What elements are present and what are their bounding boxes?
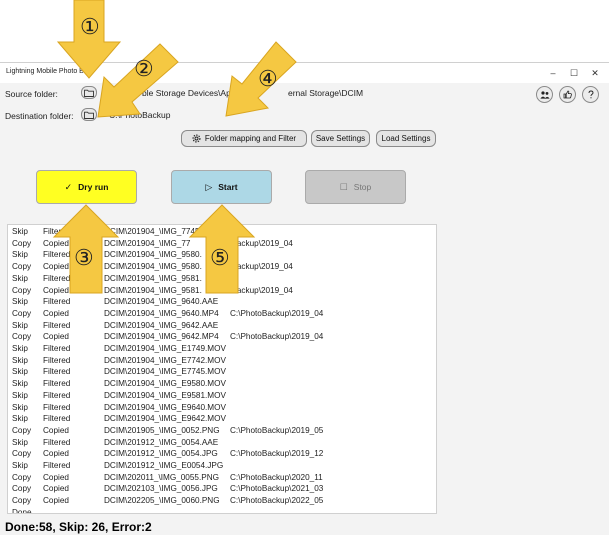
log-row: Skip Filtered DCIM\201904_\IMG_E9581.MOV xyxy=(12,391,432,403)
log-action: Done xyxy=(12,507,32,514)
log-source: DCIM\201905_\IMG_0052.PNG xyxy=(104,425,220,435)
log-source: DCIM\202103_\IMG_0056.JPG xyxy=(104,484,218,494)
log-source: DCIM\201904_\IMG_9640.MP4 xyxy=(104,308,219,318)
log-action: Copy xyxy=(12,484,32,494)
log-row: Copy Copied DCIM\201905_\IMG_0052.PNG C:\Ph… xyxy=(12,426,432,438)
log-result: Filtered xyxy=(43,355,71,365)
log-result: Copied xyxy=(43,484,69,494)
log-source: DCIM\201904_\IMG_9642.MP4 xyxy=(104,332,219,342)
log-result: Filtered xyxy=(43,320,71,330)
log-source: DCIM\201904_\IMG_E1749.MOV xyxy=(104,344,226,353)
log-source: DCIM\201912_\IMG_0054.JPG xyxy=(104,449,218,459)
log-source: DCIM\201912_\IMG_0054.AAE xyxy=(104,437,219,447)
log-row: Copy Copied DCIM\201912_\IMG_0054.JPG C:\Ph… xyxy=(12,449,432,461)
log-result: Copied xyxy=(43,308,69,318)
callout-number-3: ③ xyxy=(74,245,94,270)
screenshot-stage: Lightning Mobile Photo Ba – ☐ ✕ Source f… xyxy=(0,0,609,535)
log-row: Skip Filtered DCIM\201904_\IMG_9642.AAE xyxy=(12,321,432,333)
log-source: DCIM\201904_\IMG_E9640.MOV xyxy=(104,402,226,412)
log-action: Skip xyxy=(12,344,28,353)
log-result: Copied xyxy=(43,496,69,506)
log-source: DCIM\201904_\IMG_E9580.MOV xyxy=(104,379,226,389)
log-row: Copy Copied DCIM\202103_\IMG_0056.JPG C:\Ph… xyxy=(12,484,432,496)
log-result: Filtered xyxy=(43,437,71,447)
log-row: Skip Filtered DCIM\201904_\IMG_E9642.MOV xyxy=(12,414,432,426)
log-action: Skip xyxy=(12,355,28,365)
log-row: Done xyxy=(12,507,432,514)
log-source: DCIM\201912_\IMG_E0054.JPG xyxy=(104,461,224,470)
log-source: DCIM\201904_\IMG_E7742.MOV xyxy=(104,355,226,365)
log-destination: C:\PhotoBackup\2019_04 xyxy=(230,332,324,342)
log-action: Copy xyxy=(12,308,32,318)
log-action: Copy xyxy=(12,332,32,342)
log-row: Skip Filtered DCIM\201904_\IMG_E9640.MOV xyxy=(12,403,432,415)
log-result: Copied xyxy=(43,449,69,459)
log-destination: C:\PhotoBackup\2020_11 xyxy=(230,472,323,482)
log-action: Skip xyxy=(12,320,28,330)
log-source: DCIM\201904_\IMG_9642.AAE xyxy=(104,320,219,330)
log-action: Skip xyxy=(12,461,28,470)
log-result: Filtered xyxy=(43,379,71,389)
log-result: Filtered xyxy=(43,367,71,377)
callout-number-5: ⑤ xyxy=(210,245,230,270)
log-source: DCIM\202205_\IMG_0060.PNG xyxy=(104,496,220,506)
log-action: Skip xyxy=(12,414,28,424)
log-result: Copied xyxy=(43,425,69,435)
log-row: Copy Copied DCIM\202205_\IMG_0060.PNG C:\Ph… xyxy=(12,496,432,508)
log-row: Skip Filtered DCIM\201904_\IMG_E1749.MOV xyxy=(12,344,432,356)
log-action: Skip xyxy=(12,379,28,389)
log-action: Skip xyxy=(12,437,28,447)
log-destination: C:\PhotoBackup\2022_05 xyxy=(230,496,324,506)
log-result: Copied xyxy=(43,472,69,482)
log-result: Filtered xyxy=(43,461,71,470)
log-result: Filtered xyxy=(43,414,71,424)
log-action: Copy xyxy=(12,449,32,459)
log-row: Skip Filtered DCIM\201904_\IMG_E7745.MOV xyxy=(12,367,432,379)
log-destination: C:\PhotoBackup\2019_12 xyxy=(230,449,324,459)
log-destination: C:\PhotoBackup\2021_03 xyxy=(230,484,324,494)
log-result: Filtered xyxy=(43,344,71,353)
log-destination: C:\PhotoBackup\2019_04 xyxy=(230,308,324,318)
log-action: Skip xyxy=(12,402,28,412)
callout-number-2: ② xyxy=(134,56,154,81)
log-action: Copy xyxy=(12,472,32,482)
log-row: Skip Filtered DCIM\201904_\IMG_E7742.MOV xyxy=(12,356,432,368)
log-row: Skip Filtered DCIM\201912_\IMG_0054.AAE xyxy=(12,438,432,450)
log-row: Copy Copied DCIM\202011_\IMG_0055.PNG C:\Ph… xyxy=(12,473,432,485)
log-destination: C:\PhotoBackup\2019_05 xyxy=(230,425,324,435)
log-action: Skip xyxy=(12,390,28,400)
log-action: Copy xyxy=(12,425,32,435)
log-source: DCIM\202011_\IMG_0055.PNG xyxy=(104,472,219,482)
log-result: Filtered xyxy=(43,390,71,400)
callout-number-4: ④ xyxy=(258,66,278,91)
log-row: Copy Copied DCIM\201904_\IMG_9640.MP4 C:\Ph… xyxy=(12,309,432,321)
log-row: Skip Filtered DCIM\201904_\IMG_E9580.MOV xyxy=(12,379,432,391)
log-row: Copy Copied DCIM\201904_\IMG_9642.MP4 C:\Ph… xyxy=(12,332,432,344)
log-source: DCIM\201904_\IMG_E7745.MOV xyxy=(104,367,226,377)
log-action: Copy xyxy=(12,496,32,506)
log-source: DCIM\201904_\IMG_E9642.MOV xyxy=(104,414,226,424)
log-source: DCIM\201904_\IMG_E9581.MOV xyxy=(104,390,226,400)
log-action: Skip xyxy=(12,367,28,377)
log-row: Skip Filtered DCIM\201912_\IMG_E0054.JPG xyxy=(12,461,432,473)
log-result: Copied xyxy=(43,332,69,342)
log-result: Filtered xyxy=(43,402,71,412)
callout-number-1: ① xyxy=(80,14,100,39)
status-summary: Done:58, Skip: 26, Error:2 xyxy=(5,520,152,534)
